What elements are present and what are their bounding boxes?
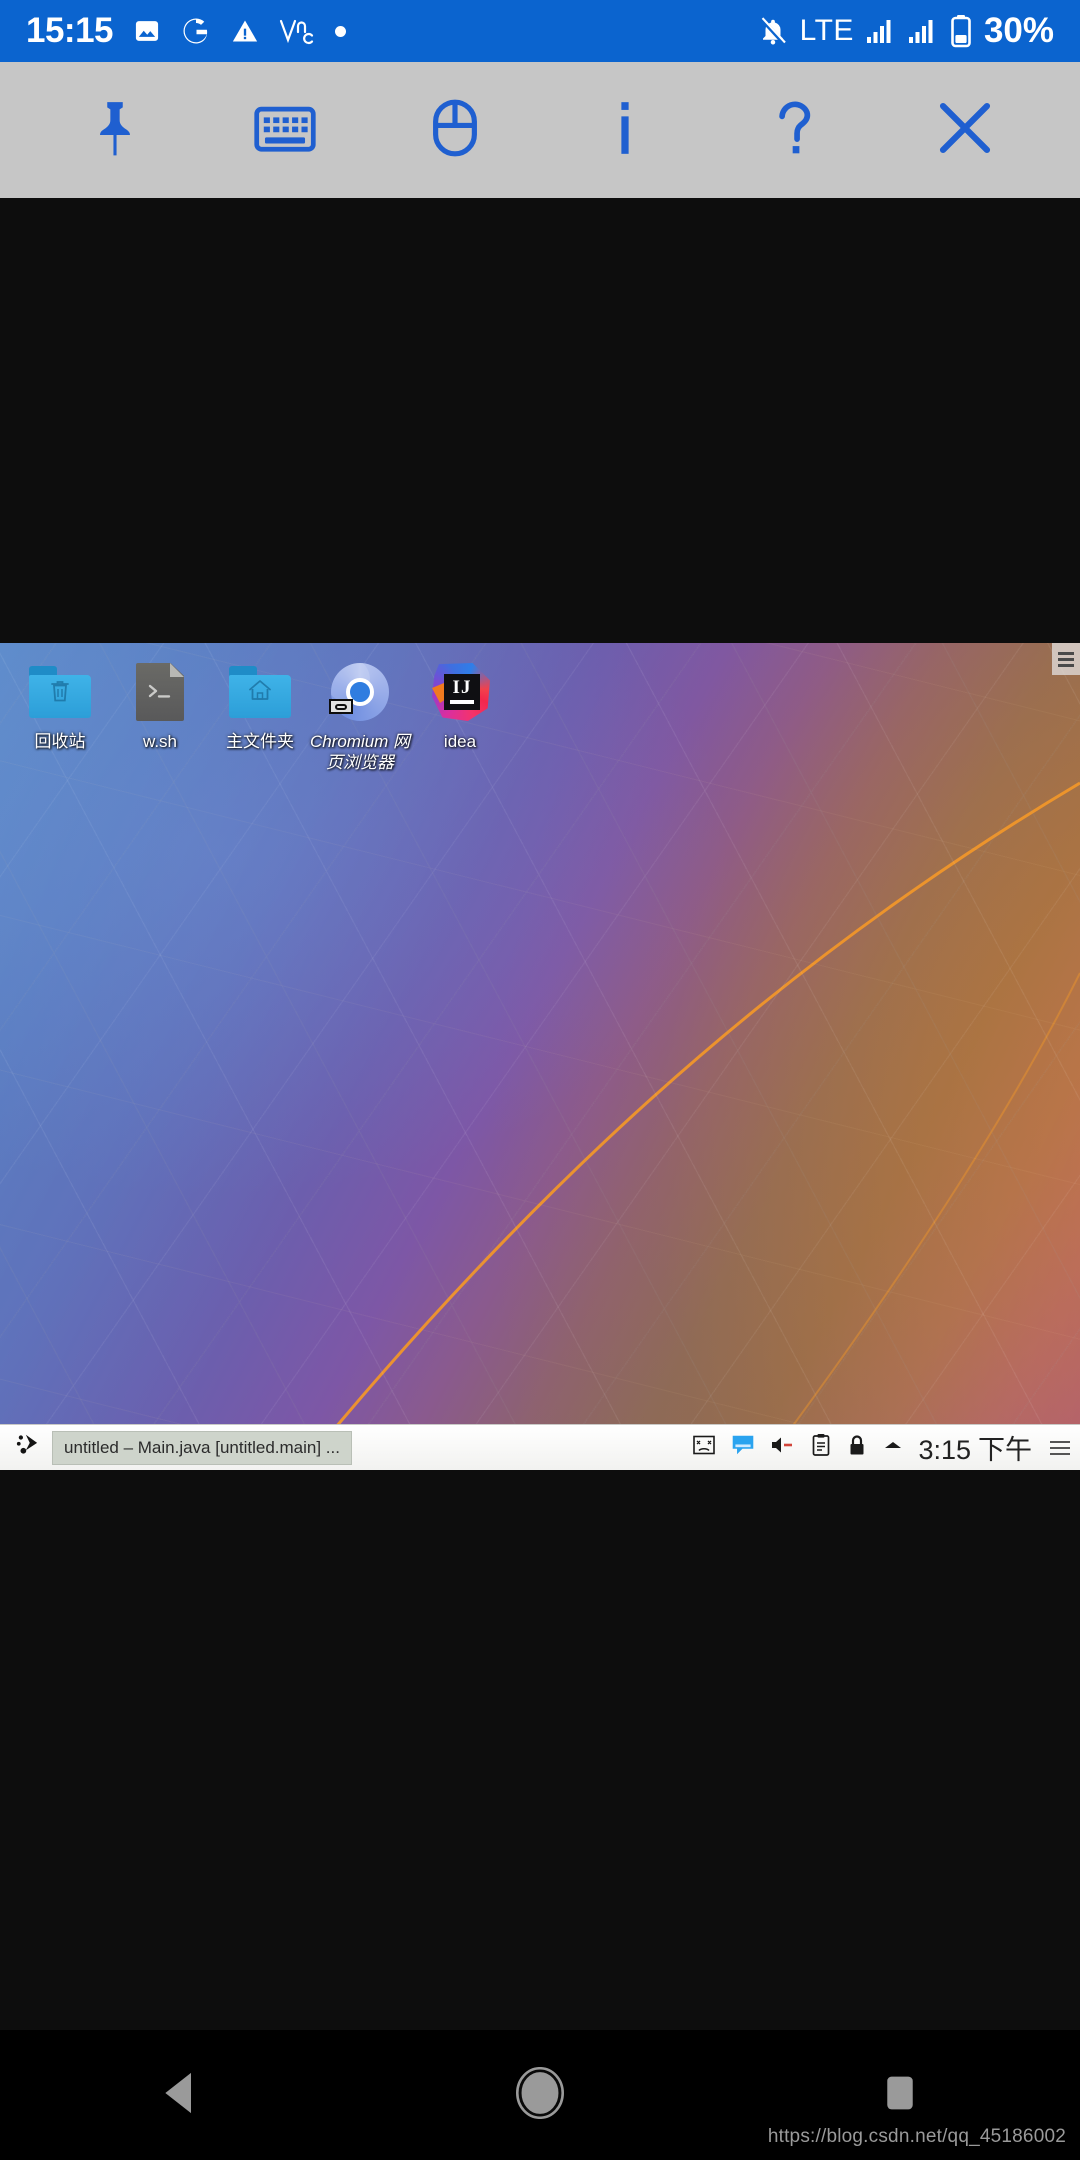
nav-back-button[interactable] xyxy=(125,2040,235,2150)
taskbar-clock[interactable]: 3:15 下午 xyxy=(918,1428,1032,1467)
vnc-icon xyxy=(279,16,315,46)
clipboard-icon[interactable] xyxy=(810,1433,832,1462)
intellij-idea-icon: IJ xyxy=(429,661,491,723)
desktop-icon-label: 主文件夹 xyxy=(226,732,294,751)
image-icon xyxy=(133,17,161,45)
application-menu-button[interactable] xyxy=(6,1426,52,1470)
status-bar-right-group: LTE 30% xyxy=(758,11,1054,51)
keyboard-icon xyxy=(252,95,318,166)
clock-period: 下午 xyxy=(978,1435,1032,1465)
help-button[interactable] xyxy=(747,82,843,178)
broken-image-icon[interactable] xyxy=(692,1433,716,1462)
desktop-icon-idea[interactable]: IJ idea xyxy=(410,661,510,773)
status-bar-left-group: 15:15 xyxy=(26,11,347,51)
desktop-icon-label: idea xyxy=(443,732,477,751)
desktop-menu-handle[interactable] xyxy=(1052,643,1080,675)
remote-desktop[interactable]: 回收站 w.sh 主文件夹 Chromium 网 页浏览器 IJ idea un… xyxy=(0,643,1080,1470)
triangle-left-icon xyxy=(158,2069,202,2122)
chevron-up-icon[interactable] xyxy=(882,1437,904,1458)
shell-script-icon xyxy=(129,661,191,723)
watermark: https://blog.csdn.net/qq_45186002 xyxy=(767,2126,1066,2147)
xfce-mouse-icon xyxy=(14,1430,44,1465)
close-icon xyxy=(934,97,996,164)
info-icon xyxy=(608,97,642,164)
battery-icon xyxy=(950,14,972,48)
warning-icon xyxy=(231,17,259,45)
screen-root: 15:15 LTE 30% 回收站 w.sh 主文件夹 Chromium 网 页… xyxy=(0,0,1080,2160)
network-type-label: LTE xyxy=(799,14,854,47)
android-status-bar: 15:15 LTE 30% xyxy=(0,0,1080,62)
symlink-badge-icon xyxy=(329,699,353,714)
folder-trash-icon xyxy=(29,661,91,723)
question-mark-icon xyxy=(769,97,821,164)
letterbox-bottom xyxy=(0,1470,1080,2070)
desktop-icon-label: w.sh xyxy=(142,732,178,751)
circle-icon xyxy=(515,2066,565,2124)
taskbar-window-button[interactable]: untitled – Main.java [untitled.main] ... xyxy=(52,1430,352,1465)
mute-bell-icon xyxy=(758,16,788,46)
google-icon xyxy=(181,16,211,46)
desktop-icon-chromium[interactable]: Chromium 网 页浏览器 xyxy=(310,661,410,773)
clock-time: 3:15 xyxy=(918,1435,971,1465)
square-icon xyxy=(880,2071,920,2120)
nav-home-button[interactable] xyxy=(485,2040,595,2150)
status-bar-clock: 15:15 xyxy=(26,11,114,50)
vnc-toolbar xyxy=(0,62,1080,198)
pin-icon xyxy=(84,97,146,164)
dot-icon xyxy=(335,25,347,37)
chat-balloon-icon[interactable] xyxy=(730,1432,756,1463)
taskbar-settings-button[interactable] xyxy=(1046,1440,1070,1455)
disconnect-button[interactable] xyxy=(917,82,1013,178)
signal-bars-sim1-icon xyxy=(866,18,896,44)
system-tray: 3:15 下午 xyxy=(692,1428,1074,1467)
desktop-icon-home-folder[interactable]: 主文件夹 xyxy=(210,661,310,773)
taskbar-window-title: untitled – Main.java [untitled.main] ... xyxy=(64,1437,340,1457)
chromium-icon xyxy=(329,661,391,723)
mouse-mode-button[interactable] xyxy=(407,82,503,178)
connection-info-button[interactable] xyxy=(577,82,673,178)
folder-home-icon xyxy=(229,661,291,723)
show-keyboard-button[interactable] xyxy=(237,82,333,178)
desktop-icon-w-sh[interactable]: w.sh xyxy=(110,661,210,773)
desktop-icon-label: Chromium 网 页浏览器 xyxy=(309,732,411,772)
speaker-mute-icon[interactable] xyxy=(770,1433,796,1462)
lock-icon[interactable] xyxy=(846,1433,868,1462)
desktop-icon-grid: 回收站 w.sh 主文件夹 Chromium 网 页浏览器 IJ idea xyxy=(0,643,1080,773)
desktop-icon-label: 回收站 xyxy=(34,732,86,751)
battery-percent-label: 30% xyxy=(983,11,1054,50)
pin-toolbar-button[interactable] xyxy=(67,82,163,178)
mouse-icon xyxy=(426,97,484,164)
letterbox-top xyxy=(0,198,1080,643)
desktop-icon-trash[interactable]: 回收站 xyxy=(10,661,110,773)
signal-bars-sim2-icon xyxy=(908,18,938,44)
xfce-taskbar: untitled – Main.java [untitled.main] ... xyxy=(0,1424,1080,1470)
